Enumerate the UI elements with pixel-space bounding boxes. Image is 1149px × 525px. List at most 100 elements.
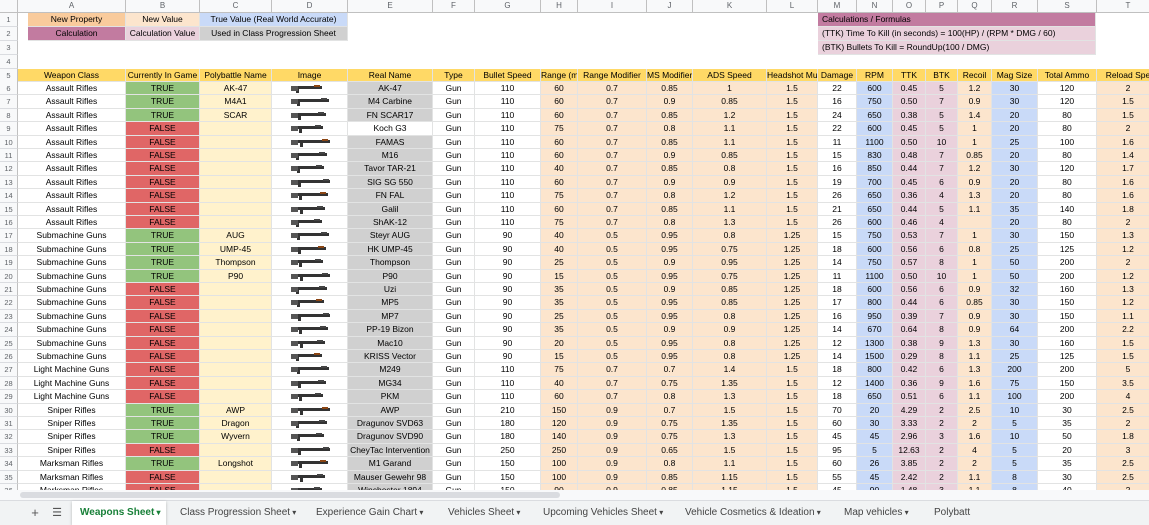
table-cell[interactable]: AK-47 — [348, 82, 433, 96]
row-header[interactable]: 27 — [0, 363, 18, 377]
sheet-tab[interactable]: Vehicle Cosmetics & Ideation ▾ — [677, 501, 830, 525]
table-cell[interactable]: 0.7 — [578, 135, 647, 149]
table-cell[interactable]: 0.29 — [893, 350, 926, 364]
table-cell[interactable]: 30 — [992, 82, 1038, 96]
table-cell[interactable]: 650 — [857, 189, 893, 203]
table-cell[interactable]: 0.36 — [893, 376, 926, 391]
table-cell[interactable]: M16 — [348, 149, 433, 163]
table-cell[interactable] — [200, 122, 272, 136]
table-cell[interactable]: ShAK-12 — [348, 216, 433, 230]
table-cell[interactable] — [200, 363, 272, 377]
table-cell[interactable]: 1.5 — [767, 122, 818, 136]
weapon-image-cell[interactable] — [272, 390, 348, 404]
table-cell[interactable]: 0.5 — [578, 283, 647, 297]
table-cell[interactable]: 1.5 — [767, 457, 818, 471]
table-cell[interactable]: 1500 — [857, 350, 893, 364]
table-cell[interactable]: Submachine Guns — [18, 242, 126, 257]
table-cell[interactable]: 0.7 — [578, 216, 647, 230]
table-cell[interactable]: 0.44 — [893, 202, 926, 216]
table-cell[interactable]: 6 — [926, 296, 958, 310]
table-cell[interactable]: 10 — [992, 430, 1038, 444]
row-header[interactable]: 16 — [0, 216, 18, 230]
table-cell[interactable]: 1.2 — [693, 108, 767, 123]
table-cell[interactable]: 1 — [958, 256, 992, 270]
row-header[interactable]: 21 — [0, 283, 18, 297]
table-cell[interactable]: 50 — [992, 269, 1038, 283]
table-cell[interactable]: 30 — [992, 336, 1038, 350]
sheet-tab[interactable]: Upcoming Vehicles Sheet ▾ — [535, 501, 671, 525]
table-cell[interactable]: 1.1 — [693, 122, 767, 136]
table-cell[interactable]: 1.1 — [693, 202, 767, 216]
table-cell[interactable]: 0.50 — [893, 135, 926, 149]
table-cell[interactable]: 1.25 — [767, 309, 818, 324]
legend-used-in-class[interactable]: Used in Class Progression Sheet — [200, 27, 348, 41]
table-cell[interactable]: 180 — [475, 417, 541, 431]
table-cell[interactable]: 5 — [926, 108, 958, 123]
table-header-cell[interactable]: Damage — [818, 69, 857, 82]
table-cell[interactable]: 18 — [818, 363, 857, 377]
table-cell[interactable]: 650 — [857, 202, 893, 216]
table-cell[interactable]: 110 — [475, 363, 541, 377]
table-cell[interactable]: 15 — [818, 229, 857, 243]
table-cell[interactable]: 600 — [857, 122, 893, 136]
table-cell[interactable]: 35 — [541, 296, 578, 310]
formula-btk[interactable]: (BTK) Bullets To Kill = RoundUp(100 / DM… — [818, 41, 1096, 55]
table-cell[interactable]: 1.3 — [958, 189, 992, 203]
table-cell[interactable]: 60 — [541, 95, 578, 109]
table-cell[interactable]: KRISS Vector — [348, 350, 433, 364]
column-header-r[interactable]: R — [992, 0, 1038, 13]
table-cell[interactable]: 0.8 — [647, 122, 693, 136]
row-header[interactable]: 7 — [0, 95, 18, 109]
table-cell[interactable]: 2 — [1097, 417, 1149, 431]
table-cell[interactable]: PP-19 Bizon — [348, 323, 433, 337]
table-cell[interactable]: Gun — [433, 256, 475, 270]
table-cell[interactable]: 0.85 — [958, 296, 992, 310]
table-cell[interactable]: Submachine Guns — [18, 269, 126, 283]
table-cell[interactable]: Assault Rifles — [18, 108, 126, 123]
table-cell[interactable]: 0.5 — [578, 350, 647, 364]
table-cell[interactable]: 5 — [992, 443, 1038, 458]
table-cell[interactable]: 0.53 — [893, 229, 926, 243]
table-cell[interactable]: 20 — [992, 175, 1038, 190]
table-cell[interactable]: Thompson — [348, 256, 433, 270]
table-cell[interactable]: MG34 — [348, 376, 433, 391]
table-cell[interactable]: 20 — [992, 189, 1038, 203]
table-cell[interactable]: 5 — [1097, 363, 1149, 377]
table-cell[interactable]: Sniper Rifles — [18, 417, 126, 431]
column-header-d[interactable]: D — [272, 0, 348, 13]
table-cell[interactable]: 200 — [1038, 323, 1097, 337]
table-cell[interactable]: FALSE — [126, 216, 200, 230]
row-header[interactable]: 29 — [0, 390, 18, 404]
table-cell[interactable]: 0.85 — [647, 162, 693, 176]
table-cell[interactable]: 670 — [857, 323, 893, 337]
table-cell[interactable]: 20 — [992, 108, 1038, 123]
table-cell[interactable]: 0.9 — [958, 95, 992, 109]
table-cell[interactable]: 0.56 — [893, 242, 926, 257]
weapon-image-cell[interactable] — [272, 162, 348, 176]
table-cell[interactable]: 0.75 — [647, 417, 693, 431]
table-cell[interactable]: 0.45 — [893, 122, 926, 136]
table-cell[interactable]: 1.25 — [767, 323, 818, 337]
table-cell[interactable]: 650 — [857, 390, 893, 404]
table-cell[interactable]: 1.5 — [1097, 350, 1149, 364]
table-cell[interactable]: 1.5 — [767, 135, 818, 149]
table-cell[interactable]: 1.5 — [767, 189, 818, 203]
table-cell[interactable]: 75 — [541, 363, 578, 377]
table-cell[interactable]: 1.1 — [958, 470, 992, 484]
table-cell[interactable]: 1.3 — [693, 216, 767, 230]
table-cell[interactable]: 8 — [992, 470, 1038, 484]
table-cell[interactable]: 20 — [1038, 443, 1097, 458]
table-cell[interactable]: 8 — [926, 323, 958, 337]
table-header-cell[interactable]: Recoil — [958, 69, 992, 82]
table-cell[interactable]: 20 — [992, 149, 1038, 163]
table-cell[interactable]: 1.5 — [693, 403, 767, 417]
table-cell[interactable]: Assault Rifles — [18, 216, 126, 230]
table-cell[interactable]: 0.64 — [893, 323, 926, 337]
table-cell[interactable] — [200, 470, 272, 484]
table-cell[interactable]: Assault Rifles — [18, 175, 126, 190]
table-cell[interactable]: TRUE — [126, 82, 200, 96]
table-cell[interactable]: UMP-45 — [200, 242, 272, 257]
table-cell[interactable]: 0.75 — [693, 242, 767, 257]
table-cell[interactable]: 30 — [992, 162, 1038, 176]
table-cell[interactable]: FALSE — [126, 350, 200, 364]
